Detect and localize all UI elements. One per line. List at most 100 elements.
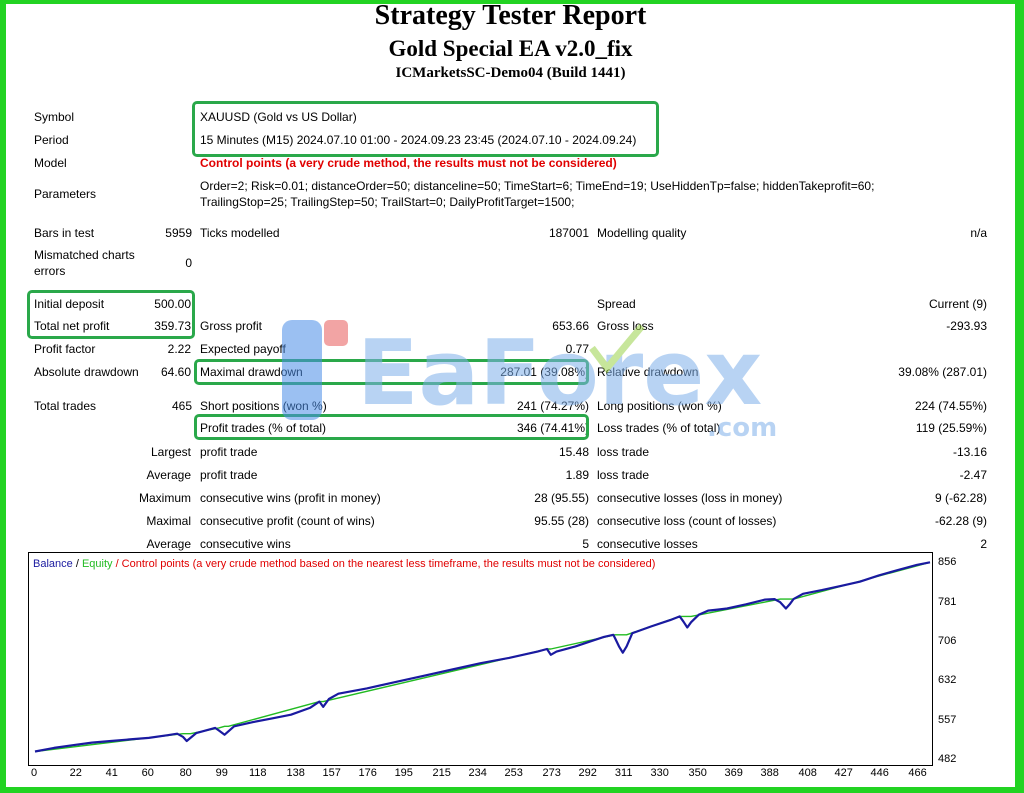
equity-line [34,561,931,753]
expected-payoff-value: 0.77 [565,342,589,356]
deposit-profit-highlight [27,290,195,339]
balance-chart-plot [34,561,931,753]
server-build: ICMarketsSC-Demo04 (Build 1441) [395,65,626,81]
legend-sep: / [72,558,82,570]
x-tick-label: 408 [798,767,817,779]
y-tick-label: 632 [938,674,957,687]
maximal-loss-label: consecutive loss (count of losses) [597,514,777,528]
abs-drawdown-value: 64.60 [160,365,191,379]
mismatch-value: 0 [185,256,192,270]
avg-consec-losses-label: consecutive losses [597,537,698,551]
y-tick-label: 706 [938,635,957,648]
x-tick-label: 118 [248,767,267,779]
abs-drawdown-label: Absolute drawdown [34,365,139,379]
avg-consec-wins-value: 5 [582,537,589,551]
balance-chart [28,552,933,766]
profit-factor-value: 2.22 [167,342,191,356]
long-positions-label: Long positions (won %) [597,399,722,413]
maximal-profit-value: 95.55 (28) [534,514,589,528]
x-tick-label: 99 [215,767,228,779]
avg-consec-wins-label: consecutive wins [200,537,291,551]
x-tick-label: 41 [105,767,118,779]
profit-factor-label: Profit factor [34,342,96,356]
gross-profit-label: Gross profit [200,319,263,333]
spread-label: Spread [597,297,636,311]
average-profit-label: profit trade [200,468,258,482]
x-tick-label: 80 [179,767,192,779]
legend-equity: Equity [81,558,113,570]
average-profit-value: 1.89 [565,468,589,482]
total-trades-value: 465 [171,399,192,413]
x-tick-label: 0 [30,767,38,779]
max-wins-value: 28 (95.55) [534,491,589,505]
profit-trades-highlight [194,414,589,440]
legend-balance: Balance [33,558,73,570]
y-tick-label: 856 [938,556,957,569]
average-label: Average [146,468,191,482]
quality-value: n/a [970,226,987,240]
parameters-line-1: Order=2; Risk=0.01; distanceOrder=50; di… [200,179,875,193]
maximal-loss-value: -62.28 (9) [934,514,987,528]
x-tick-label: 60 [141,767,154,779]
maximum-label: Maximum [138,491,191,505]
ticks-label: Ticks modelled [200,226,280,240]
x-tick-label: 234 [468,767,487,779]
balance-line [34,561,931,753]
max-wins-label: consecutive wins (profit in money) [200,491,381,505]
max-drawdown-highlight [194,359,589,385]
bars-value: 5959 [165,226,192,240]
y-tick-label: 557 [938,713,957,726]
model-value: Control points (a very crude method, the… [200,156,617,170]
x-tick-label: 292 [578,767,597,779]
quality-label: Modelling quality [597,226,687,240]
ea-name: Gold Special EA v2.0_fix [388,36,633,61]
largest-loss-value: -13.16 [952,445,987,459]
short-positions-label: Short positions (won %) [200,399,327,413]
total-trades-label: Total trades [34,399,97,413]
x-tick-label: 427 [834,767,853,779]
avg-consec-losses-value: 2 [980,537,987,551]
gross-loss-value: -293.93 [946,319,987,333]
x-tick-label: 195 [394,767,413,779]
avg-consec-label: Average [146,537,191,551]
maximal-label: Maximal [146,514,191,528]
x-tick-label: 157 [322,767,341,779]
average-loss-label: loss trade [597,468,650,482]
maximal-profit-label: consecutive profit (count of wins) [200,514,375,528]
long-positions-value: 224 (74.55%) [914,399,987,413]
ticks-value: 187001 [548,226,589,240]
largest-loss-label: loss trade [597,445,650,459]
largest-profit-value: 15.48 [558,445,589,459]
x-tick-label: 466 [908,767,927,779]
parameters-label: Parameters [34,187,97,201]
max-losses-value: 9 (-62.28) [934,491,987,505]
x-tick-label: 311 [614,767,633,779]
x-tick-label: 350 [688,767,707,779]
x-tick-label: 176 [358,767,377,779]
chart-legend: Balance / Equity / Control points (a ver… [33,558,655,570]
gross-profit-value: 653.66 [552,319,589,333]
period-label: Period [34,133,69,147]
gross-loss-label: Gross loss [597,319,654,333]
loss-trades-label: Loss trades (% of total) [597,421,721,435]
mismatch-label-1: Mismatched charts [34,248,135,262]
largest-profit-label: profit trade [200,445,258,459]
symbol-period-highlight [192,101,659,157]
legend-control: / Control points (a very crude method ba… [112,558,656,570]
average-loss-value: -2.47 [959,468,987,482]
x-tick-label: 369 [724,767,743,779]
rel-drawdown-value: 39.08% (287.01) [898,365,987,379]
loss-trades-value: 119 (25.59%) [915,421,987,435]
mismatch-label-2: errors [34,264,66,278]
model-label: Model [34,156,67,170]
symbol-label: Symbol [34,110,75,124]
largest-label: Largest [150,445,191,459]
x-tick-label: 253 [504,767,523,779]
x-tick-label: 138 [286,767,305,779]
x-tick-label: 273 [542,767,561,779]
x-tick-label: 215 [432,767,451,779]
report-title: Strategy Tester Report [374,4,647,31]
parameters-line-2: TrailingStop=25; TrailingStep=50; TrailS… [200,195,575,209]
max-losses-label: consecutive losses (loss in money) [597,491,783,505]
short-positions-value: 241 (74.27%) [516,399,589,413]
